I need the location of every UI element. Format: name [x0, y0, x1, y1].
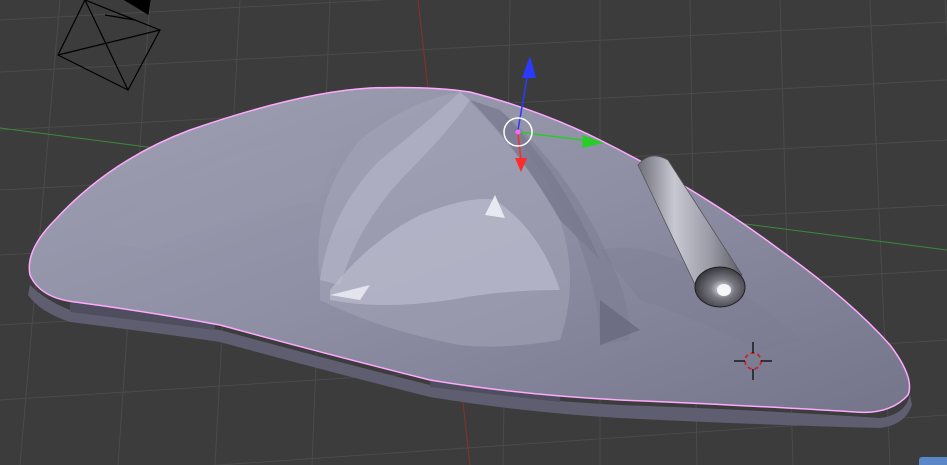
viewport-corner-widget[interactable]	[919, 457, 947, 465]
3d-viewport[interactable]	[0, 0, 947, 465]
viewport-canvas[interactable]	[0, 0, 947, 465]
mesh-object[interactable]	[28, 86, 912, 429]
